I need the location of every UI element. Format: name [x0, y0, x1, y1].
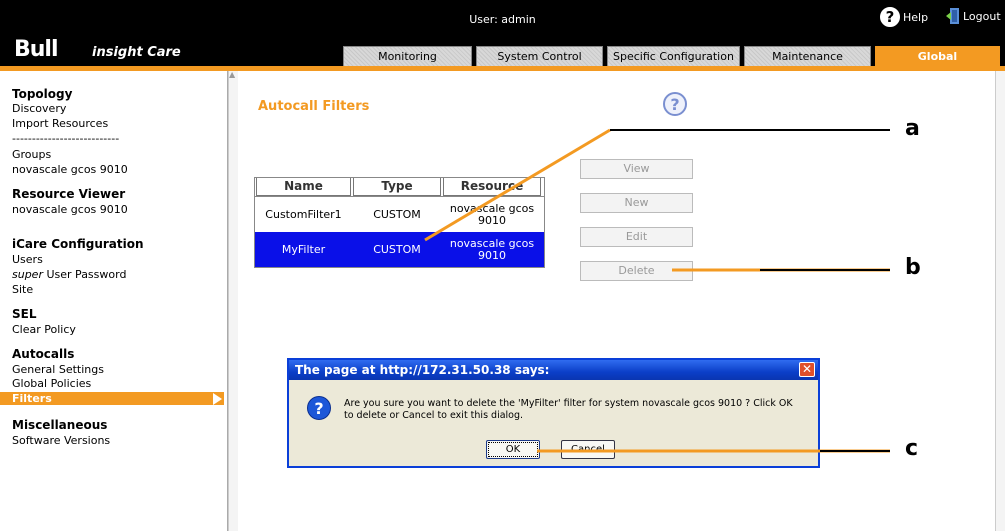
- sidebar-item-site[interactable]: Site: [12, 283, 33, 296]
- sidebar-item-discovery[interactable]: Discovery: [12, 102, 66, 115]
- sidebar-item-resource-novascale[interactable]: novascale gcos 9010: [12, 203, 128, 216]
- new-button[interactable]: New: [580, 193, 693, 213]
- cell-type: CUSTOM: [373, 208, 421, 221]
- sidebar-item-groups[interactable]: Groups: [12, 148, 51, 161]
- sidebar-item-global-policies[interactable]: Global Policies: [12, 377, 91, 390]
- sidebar-separator: ---------------------------: [12, 132, 120, 145]
- tab-system-control[interactable]: System Control: [476, 46, 603, 66]
- sidebar-section-icare-configuration: iCare Configuration: [12, 237, 144, 251]
- sidebar-section-topology: Topology: [12, 87, 73, 101]
- cell-name: MyFilter: [281, 243, 326, 256]
- column-header-resource[interactable]: Resource: [443, 178, 541, 196]
- sidebar-item-filters-label: Filters: [12, 392, 52, 405]
- sidebar-item-filters[interactable]: Filters: [0, 392, 224, 405]
- table-row-selected[interactable]: MyFilter CUSTOM novascale gcos 9010: [255, 232, 544, 267]
- cell-type: CUSTOM: [373, 243, 421, 256]
- main-tabs: Monitoring System Control Specific Confi…: [0, 46, 1005, 82]
- cell-resource: novascale gcos 9010: [449, 201, 535, 227]
- tab-specific-configuration[interactable]: Specific Configuration: [607, 46, 740, 66]
- sidebar-item-super-user-password[interactable]: super User Password: [12, 268, 126, 281]
- scroll-up-arrow-icon[interactable]: ▲: [229, 71, 237, 79]
- column-header-name[interactable]: Name: [256, 178, 351, 196]
- sidebar-item-users[interactable]: Users: [12, 253, 43, 266]
- sidebar-section-miscellaneous: Miscellaneous: [12, 418, 108, 432]
- super-user-password-label: User Password: [46, 268, 127, 281]
- sidebar-item-clear-policy[interactable]: Clear Policy: [12, 323, 76, 336]
- ok-button[interactable]: OK: [486, 440, 540, 459]
- sidebar-section-autocalls: Autocalls: [12, 347, 75, 361]
- view-button[interactable]: View: [580, 159, 693, 179]
- logout-link[interactable]: Logout: [946, 7, 1001, 25]
- sidebar-section-resource-viewer: Resource Viewer: [12, 187, 126, 201]
- help-icon: ?: [880, 7, 900, 27]
- page-title: Autocall Filters: [258, 99, 370, 114]
- user-label: User: admin: [469, 13, 536, 26]
- help-link[interactable]: ? Help: [880, 7, 928, 27]
- cancel-button[interactable]: Cancel: [561, 440, 615, 459]
- column-header-type[interactable]: Type: [353, 178, 441, 196]
- delete-button[interactable]: Delete: [580, 261, 693, 281]
- dialog-message: Are you sure you want to delete the 'MyF…: [344, 398, 793, 421]
- tab-global-configuration[interactable]: Global Configuration: [875, 46, 1000, 82]
- sidebar-item-import-resources[interactable]: Import Resources: [12, 117, 108, 130]
- confirm-dialog: The page at http://172.31.50.38 says: ✕ …: [287, 358, 820, 468]
- sidebar-scrollbar[interactable]: [228, 71, 238, 531]
- logout-label: Logout: [963, 9, 1001, 23]
- question-icon: ?: [307, 396, 331, 420]
- logout-door-icon: [946, 8, 959, 24]
- table-row[interactable]: CustomFilter1 CUSTOM novascale gcos 9010: [255, 197, 544, 232]
- dialog-title-bar[interactable]: The page at http://172.31.50.38 says: ✕: [289, 360, 818, 380]
- main-scrollbar[interactable]: [995, 71, 1005, 531]
- close-icon[interactable]: ✕: [799, 362, 815, 377]
- callout-b: b: [905, 255, 921, 280]
- tab-monitoring[interactable]: Monitoring: [343, 46, 472, 66]
- tab-maintenance[interactable]: Maintenance: [744, 46, 871, 66]
- sidebar-item-software-versions[interactable]: Software Versions: [12, 434, 110, 447]
- callout-c: c: [905, 436, 919, 461]
- table-header: Name Type Resource: [255, 178, 544, 197]
- sidebar-section-sel: SEL: [12, 307, 37, 321]
- dialog-title: The page at http://172.31.50.38 says:: [295, 363, 550, 377]
- sidebar-item-general-settings[interactable]: General Settings: [12, 363, 104, 376]
- super-prefix: super: [12, 268, 43, 281]
- app-header: Bull insight Care User: admin ? Help Log…: [0, 0, 1005, 82]
- filters-table: Name Type Resource CustomFilter1 CUSTOM …: [254, 177, 545, 268]
- sidebar-item-topology-novascale[interactable]: novascale gcos 9010: [12, 163, 128, 176]
- page-help-icon[interactable]: ?: [663, 92, 687, 116]
- help-label: Help: [903, 10, 929, 24]
- callout-a: a: [905, 116, 920, 141]
- selected-arrow-icon: [213, 393, 222, 405]
- edit-button[interactable]: Edit: [580, 227, 693, 247]
- cell-name: CustomFilter1: [265, 208, 342, 221]
- cell-resource: novascale gcos 9010: [449, 236, 535, 262]
